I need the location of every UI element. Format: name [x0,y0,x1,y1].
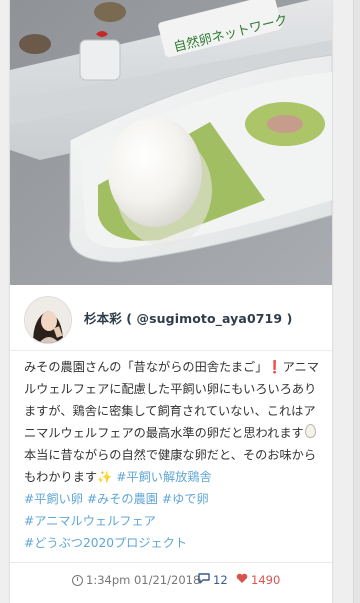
comment-count[interactable]: 12 [198,573,228,587]
comment-icon [198,573,210,587]
post-footer: 1:34pm 01/21/2018 12 1490 [10,573,332,593]
author-row: 杉本彩 ( @sugimoto_aya0719 ) [10,290,332,351]
timestamp-text: 1:34pm 01/21/2018 [86,573,201,587]
hashtag-link[interactable]: #平飼い解放鶏舎 [116,470,212,484]
caption-text-1: みその農園さんの「昔ながらの田舎たまご」 [24,360,268,374]
scrollbar[interactable] [353,0,360,603]
hashtag-link[interactable]: #平飼い卵 [24,492,83,506]
hashtag-link[interactable]: #どうぶつ2020プロジェクト [24,536,187,550]
comment-count-text: 12 [213,573,228,587]
avatar[interactable] [24,296,72,344]
like-count[interactable]: 1490 [236,573,280,587]
hashtag-link[interactable]: #ゆで卵 [162,492,209,506]
author-name[interactable]: 杉本彩 ( @sugimoto_aya0719 ) [84,308,292,327]
clock-icon [72,574,83,586]
hashtag-link[interactable]: #アニマルウェルフェア [24,514,156,528]
post-timestamp: 1:34pm 01/21/2018 [72,573,200,587]
egg-icon [304,424,316,438]
post-card: 自然卵ネットワーク 杉本彩 ( @sugimoto_aya0719 ) みその農… [10,0,332,603]
heart-icon [236,573,248,587]
hashtag-link[interactable]: #みその農園 [87,492,158,506]
like-count-text: 1490 [251,573,281,587]
exclamation-icon: ❗ [267,360,283,374]
post-caption: みその農園さんの「昔ながらの田舎たまご」❗アニマルウェルフェアに配慮した平飼い卵… [24,356,324,554]
sparkles-icon: ✨ [97,470,113,484]
post-photo[interactable]: 自然卵ネットワーク [10,0,332,285]
footer-divider [10,562,332,563]
